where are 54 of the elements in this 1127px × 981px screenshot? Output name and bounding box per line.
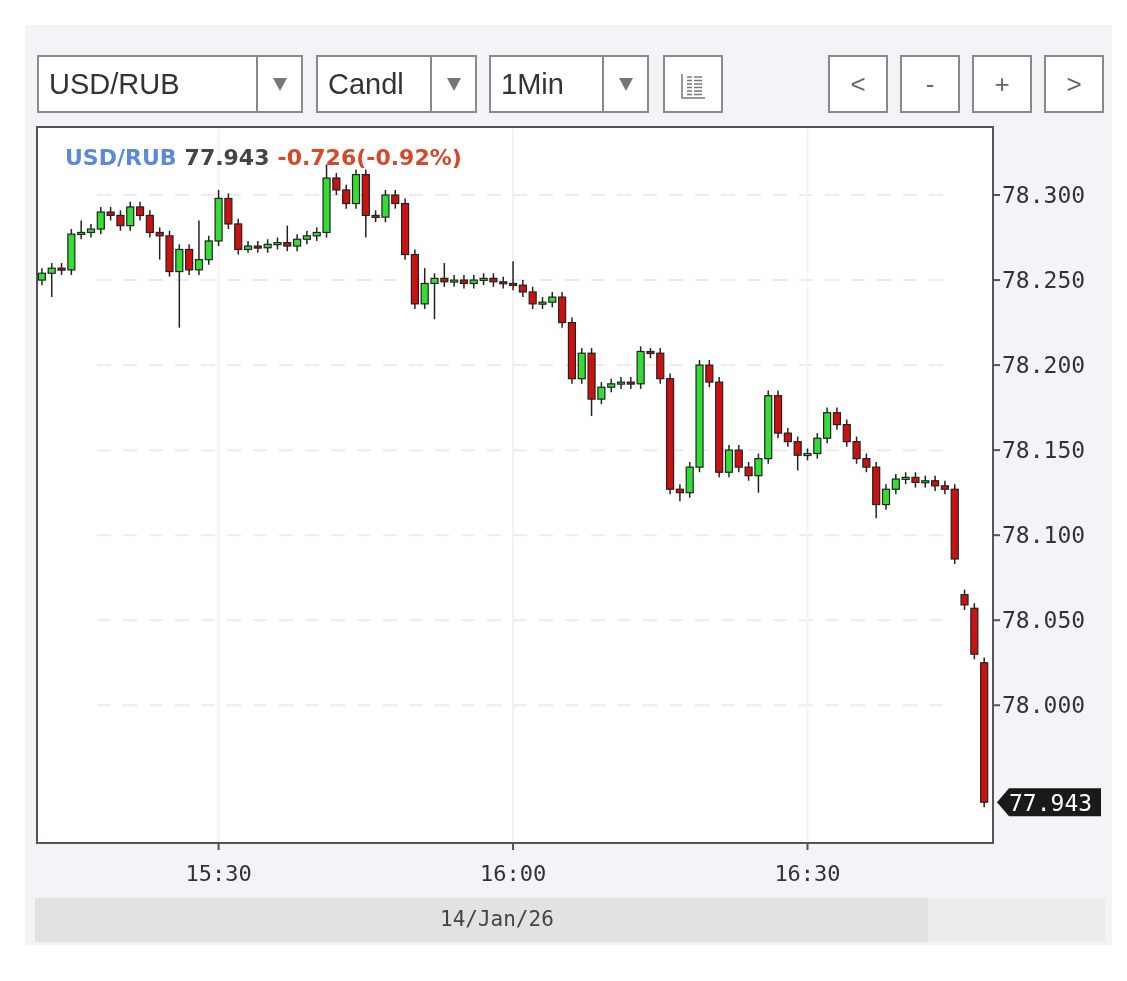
table-view-button[interactable] — [663, 55, 723, 113]
candlestick — [253, 240, 262, 254]
axis-tick — [992, 704, 1001, 707]
candlestick — [931, 474, 940, 492]
candlestick — [852, 435, 861, 465]
candlestick — [469, 274, 478, 290]
zoom-nav-button[interactable]: < — [828, 55, 888, 113]
axis-tick — [217, 842, 220, 851]
candlestick — [263, 238, 272, 254]
axis-label: 78.200 — [1002, 352, 1086, 379]
axis-tick — [806, 842, 809, 851]
candlestick — [155, 226, 164, 261]
axis-label: 78.050 — [1002, 607, 1086, 634]
dropdown-select[interactable]: Candl — [316, 55, 477, 113]
candlestick — [302, 230, 312, 246]
candlestick — [607, 377, 616, 394]
axis-label: 15:30 — [185, 861, 252, 886]
legend-change: -0.726(-0.92%) — [277, 144, 462, 172]
caret-icon — [271, 76, 288, 92]
axis-label: 78.150 — [1002, 437, 1086, 464]
candlestick — [459, 274, 469, 290]
axis-label: 78.000 — [1002, 692, 1086, 719]
candlestick — [479, 272, 488, 286]
zoom-nav-button[interactable]: - — [900, 55, 960, 113]
dropdown-select[interactable]: 1Min — [489, 55, 649, 113]
date-label: 14/Jan/26 — [440, 906, 554, 934]
axis-tick — [992, 364, 1001, 367]
candlestick — [616, 376, 626, 390]
axis-tick — [512, 842, 515, 851]
candlestick — [145, 209, 154, 239]
list-icon — [680, 72, 706, 99]
price-tag: 77.943 — [997, 788, 1101, 817]
candlestick — [734, 444, 743, 473]
axis-tick — [992, 534, 1001, 537]
legend-symbol: USD/RUB — [65, 144, 177, 172]
axis-tick — [992, 449, 1001, 452]
axis-tick — [992, 194, 1001, 197]
axis-label: 78.300 — [1002, 182, 1086, 209]
zoom-nav-button[interactable]: > — [1044, 55, 1104, 113]
candlestick — [921, 474, 930, 489]
candlestick — [842, 418, 851, 448]
axis-label: 78.100 — [1002, 522, 1086, 549]
axis-label: 78.250 — [1002, 267, 1086, 294]
axis-label: 16:00 — [479, 861, 547, 886]
caret-icon — [617, 76, 634, 92]
candlestick — [489, 272, 498, 288]
legend-price: 77.943 — [184, 144, 270, 172]
axis-label: 16:30 — [774, 861, 841, 886]
axis-tick — [992, 279, 1001, 282]
candlestick — [911, 471, 920, 489]
dropdown-select[interactable]: USD/RUB — [37, 55, 303, 113]
caret-icon — [445, 76, 462, 92]
axis-tick — [992, 619, 1001, 622]
zoom-nav-button[interactable]: + — [972, 55, 1032, 113]
